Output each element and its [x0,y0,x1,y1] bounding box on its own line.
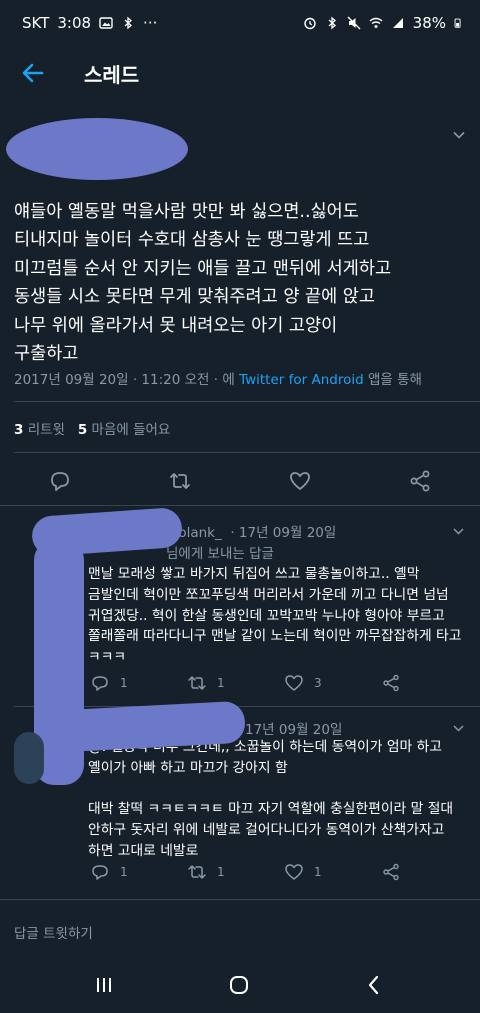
source-link[interactable]: Twitter for Android [239,372,364,388]
retweet-icon[interactable] [167,468,193,494]
mute-icon [347,16,361,30]
chevron-down-icon[interactable] [452,722,465,735]
reply-text: 맨날 모래성 쌓고 바가지 뒤집어 쓰고 물총놀이하고.. 옐막 금발인데 혁이… [88,564,461,668]
gallery-icon [99,17,113,29]
reply-text: @. 옐동막 너무 그건데,, 소꿉놀이 하는데 동역이가 엄마 하고 옐이가 … [88,737,453,862]
chevron-down-icon[interactable] [452,525,465,538]
tweet-actions [0,466,480,498]
like-count: 1 [314,865,322,879]
divider [14,452,480,453]
retweet-button[interactable]: 1 [187,673,225,693]
recent-apps-icon[interactable] [92,973,116,997]
back-arrow-icon[interactable] [20,60,46,86]
like-icon[interactable] [287,468,313,494]
reply-line: 대박 찰떡 ㅋㅋㅌㅋㅋㅌ 마끄 자기 역할에 충실한편이라 말 절대 [88,801,454,818]
share-icon[interactable] [407,468,433,494]
like-button[interactable]: 3 [284,673,322,693]
reply-icon [92,676,108,691]
replying-to[interactable]: 님에게 보내는 답글 [166,542,274,562]
avatar[interactable] [14,732,44,784]
retweet-label[interactable]: 리트윗 [23,422,65,438]
tweet-stats: 3 리트윗 5 마음에 들어요 [14,418,170,438]
reply-line: ㅋㅋㅋ [88,649,127,666]
tweet-line: 티내지마 놀이터 수호대 삼총사 눈 땡그랗게 뜨고 [14,230,370,251]
app-screen: SKT 3:08 ··· 38% 스레드 얘들아 옐동말 먹을사람 맛만 봐 싫… [0,0,480,1013]
tweet-text: 얘들아 옐동말 먹을사람 맛만 봐 싫으면..싫어도 티내지마 놀이터 수호대 … [14,198,466,368]
app-header: 스레드 [0,48,480,100]
retweet-icon [188,676,206,690]
reply-count: 1 [120,865,128,879]
like-button[interactable]: 1 [284,862,322,882]
reply-actions: 1 1 1 [0,862,480,884]
divider [0,899,480,900]
retweet-icon [188,865,206,879]
status-right: 38% [303,14,464,32]
system-nav-bar [0,955,480,1013]
reply-icon [92,865,108,880]
reply-date: · 17년 09월 20일 [230,525,337,541]
like-icon [285,864,303,880]
reply-handle[interactable]: o_blank_ · 17년 09월 20일 [163,521,336,541]
like-count: 3 [314,676,322,690]
home-icon[interactable] [227,973,251,997]
reply-line: 맨날 모래성 쌓고 바가지 뒤집어 쓰고 물총놀이하고.. 옐막 [88,566,420,582]
reply-line: 하면 고대로 네발로 [88,842,199,859]
like-label[interactable]: 마음에 들어요 [87,422,171,438]
retweet-count[interactable]: 3 [14,422,23,438]
reply-icon[interactable] [47,468,73,494]
share-icon[interactable] [381,862,401,882]
reply-line: 귀엽겠당.. 혁이 한살 동생인데 꼬박꼬박 누나야 형아야 부르고 [88,607,445,624]
share-icon[interactable] [381,673,401,693]
like-icon [285,675,303,691]
page-title: 스레드 [84,63,140,87]
reply-compose-field[interactable]: 답글 트윗하기 [14,922,93,942]
timestamp-text: 2017년 09월 20일 · 11:20 오전 · 에 [14,372,240,388]
retweet-count: 1 [217,676,225,690]
tweet-line: 얘들아 옐동말 먹을사람 맛만 봐 싫으면..싫어도 [14,202,359,222]
back-icon[interactable] [362,973,386,997]
divider [0,505,480,506]
reply-button[interactable]: 1 [90,673,128,693]
reply-line: 금발인데 혁이만 쪼꼬푸딩색 머리라서 가운데 끼고 다니면 넘넘 [88,586,449,603]
tweet-line: 동생들 시소 못타면 무게 맞춰주려고 양 끝에 앉고 [14,287,375,308]
more-notifications: ··· [143,14,158,32]
reply-line: 안하구 돗자리 위에 네발로 걸어다니다가 동역이가 산책가자고 [88,822,445,839]
reply-count: 1 [120,676,128,690]
redacted-author [6,118,188,180]
clock: 3:08 [57,14,92,32]
tweet-line: 미끄럼틀 순서 안 지키는 애들 끌고 맨뒤에 서게하고 [14,258,392,279]
tweet-line: 구출하고 [14,344,79,365]
source-suffix: 앱을 통해 [363,372,422,388]
carrier-label: SKT [22,14,50,32]
retweet-count: 1 [217,865,225,879]
reply-line: 옐이가 아빠 하고 마끄가 강아지 함 [88,759,288,776]
reply-button[interactable]: 1 [90,862,128,882]
status-left: SKT 3:08 ··· [22,14,157,32]
wifi-icon [369,17,383,28]
reply-line [88,779,453,800]
status-bar: SKT 3:08 ··· 38% [0,0,480,48]
signal-icon [392,18,403,28]
like-count[interactable]: 5 [78,422,87,438]
divider [14,401,480,402]
tweet-timestamp: 2017년 09월 20일 · 11:20 오전 · 에 Twitter for… [14,368,422,388]
bluetooth-icon [124,16,133,30]
chevron-down-icon[interactable] [452,128,466,142]
battery-level: 38% [412,14,446,32]
battery-icon [454,18,461,28]
alarm-icon [303,17,316,30]
retweet-button[interactable]: 1 [187,862,225,882]
reply-line: 쫄래쫄래 따라다니구 맨날 같이 노는데 혁이만 까무잡잡하게 타고 [88,628,462,645]
reply-date: 17년 09월 20일 [245,722,343,738]
tweet-line: 나무 위에 올라가서 못 내려오는 아기 고양이 [14,315,338,336]
bluetooth-icon [328,16,336,30]
